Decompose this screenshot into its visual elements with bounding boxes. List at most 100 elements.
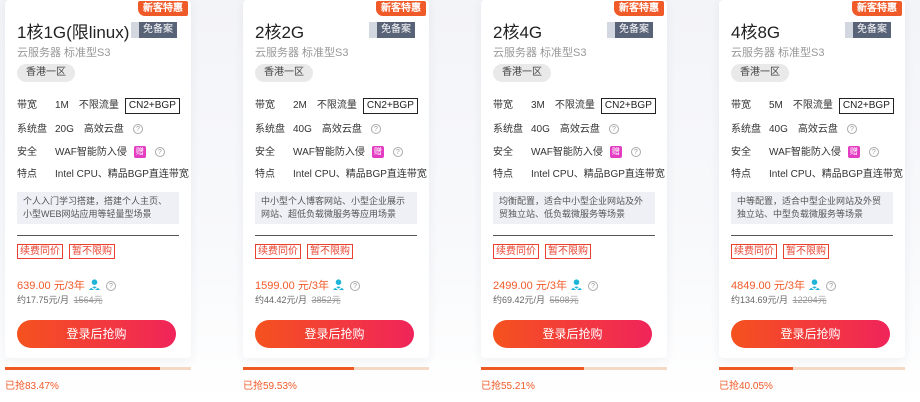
security-row: 安全 WAF智能防入侵赠? <box>493 145 641 161</box>
sold-progress-bar <box>481 367 667 370</box>
price-period: /3年 <box>546 280 568 292</box>
disk-label: 系统盘 <box>17 124 47 135</box>
sold-progress-bar <box>243 367 429 370</box>
help-icon[interactable]: ? <box>350 281 361 292</box>
sold-progress-fill <box>481 367 584 370</box>
security-label: 安全 <box>17 147 37 158</box>
sold-percentage: 已抢40.05% <box>719 381 773 392</box>
feature-row: 特点 Intel CPU、精品BGP直连带宽 <box>493 167 665 183</box>
renew-same-price-tag: 续费同价 <box>493 244 539 259</box>
region-pill[interactable]: 香港一区 <box>255 64 313 82</box>
disk-value: 40G <box>293 124 312 135</box>
line-tag: CN2+BGP <box>600 98 656 114</box>
plan-card: 新客特惠 2核2G 免备案 云服务器 标准型S3 香港一区 带宽 2M 不限流量 CN… <box>243 0 429 358</box>
help-icon[interactable]: ? <box>105 281 116 292</box>
price-period: /3年 <box>64 280 85 292</box>
feature-label: 特点 <box>17 169 37 180</box>
buy-button[interactable]: 登录后抢购 <box>255 320 414 348</box>
new-user-icon <box>570 278 583 294</box>
monthly-suffix: /月 <box>57 295 70 305</box>
renew-same-price-tag: 续费同价 <box>731 244 777 259</box>
line-tag: CN2+BGP <box>838 98 894 114</box>
bandwidth-value: 1M <box>55 100 69 111</box>
price-period: /3年 <box>308 280 330 292</box>
region-pill[interactable]: 香港一区 <box>493 64 551 82</box>
plan-subtitle: 云服务器 标准型S3 <box>493 47 587 59</box>
price-value: 639.00 元 <box>17 280 65 292</box>
price-row: 2499.00 元/3年? <box>493 277 599 294</box>
disk-label: 系统盘 <box>731 124 761 135</box>
plan-description: 中等配置，适合中型企业网站及外贸独立站、中型负载微服务等场景 <box>731 192 893 224</box>
help-icon[interactable]: ? <box>868 147 879 158</box>
plan-title: 2核4G <box>493 23 543 42</box>
feature-label: 特点 <box>731 169 751 180</box>
free-filing-tag: 免备案 <box>845 22 891 38</box>
help-icon[interactable]: ? <box>132 124 143 135</box>
plan-title: 4核8G <box>731 23 781 42</box>
bandwidth-row: 带宽 3M 不限流量 CN2+BGP <box>493 98 656 114</box>
help-icon[interactable]: ? <box>846 124 857 135</box>
original-price: 3852元 <box>311 295 341 305</box>
buy-button[interactable]: 登录后抢购 <box>493 320 652 348</box>
price-value: 2499.00 元 <box>493 280 547 292</box>
monthly-prefix: 约 <box>731 295 741 305</box>
security-value: WAF智能防入侵 <box>769 147 841 158</box>
divider <box>17 235 179 236</box>
disk-row: 系统盘 40G 高效云盘? <box>731 122 857 138</box>
bandwidth-value: 3M <box>531 100 545 111</box>
traffic-value: 不限流量 <box>78 100 119 111</box>
security-label: 安全 <box>255 147 275 158</box>
sold-percentage: 已抢59.53% <box>243 381 297 392</box>
no-purchase-limit-tag: 暂不限购 <box>783 244 829 259</box>
promo-badge: 新客特惠 <box>851 0 903 17</box>
disk-type: 高效云盘 <box>83 124 124 135</box>
security-value: WAF智能防入侵 <box>55 147 127 158</box>
help-icon[interactable]: ? <box>588 281 599 292</box>
promo-badge: 新客特惠 <box>375 0 427 17</box>
no-purchase-limit-tag: 暂不限购 <box>545 244 591 259</box>
new-user-icon <box>88 278 101 294</box>
help-icon[interactable]: ? <box>608 124 619 135</box>
renew-same-price-tag: 续费同价 <box>255 244 301 259</box>
plan-description: 均衡配置，适合中小型企业网站及外贸独立站、低负载微服务等场景 <box>493 192 655 224</box>
feature-row: 特点 Intel CPU、精品BGP直连带宽 <box>17 167 189 183</box>
promo-badge: 新客特惠 <box>137 0 189 17</box>
buy-button[interactable]: 登录后抢购 <box>17 320 176 348</box>
gift-icon: 赠 <box>609 146 622 159</box>
disk-label: 系统盘 <box>493 124 523 135</box>
original-price: 12204元 <box>792 295 827 305</box>
price-row: 639.00 元/3年? <box>17 277 116 294</box>
feature-label: 特点 <box>493 169 513 180</box>
security-row: 安全 WAF智能防入侵赠? <box>255 145 403 161</box>
divider <box>493 235 655 236</box>
gift-icon: 赠 <box>371 146 384 159</box>
line-tag: CN2+BGP <box>124 98 180 114</box>
security-label: 安全 <box>731 147 751 158</box>
region-pill[interactable]: 香港一区 <box>731 64 789 82</box>
monthly-price-row: 约134.69元/月 12204元 <box>731 293 827 306</box>
bandwidth-value: 2M <box>293 100 307 111</box>
no-purchase-limit-tag: 暂不限购 <box>69 244 115 259</box>
disk-row: 系统盘 40G 高效云盘? <box>493 122 619 138</box>
buy-button[interactable]: 登录后抢购 <box>731 320 890 348</box>
help-icon[interactable]: ? <box>392 147 403 158</box>
feature-row: 特点 Intel CPU、精品BGP直连带宽 <box>731 167 903 183</box>
price-row: 1599.00 元/3年? <box>255 277 361 294</box>
bandwidth-value: 5M <box>769 100 783 111</box>
bandwidth-label: 带宽 <box>255 100 275 111</box>
monthly-value: 17.75元 <box>26 295 58 305</box>
bandwidth-row: 带宽 5M 不限流量 CN2+BGP <box>731 98 894 114</box>
region-pill[interactable]: 香港一区 <box>17 64 75 82</box>
monthly-value: 44.42元 <box>264 295 296 305</box>
price-value: 4849.00 元 <box>731 280 785 292</box>
help-icon[interactable]: ? <box>826 281 837 292</box>
monthly-price-row: 约69.42元/月 5508元 <box>493 293 579 306</box>
help-icon[interactable]: ? <box>630 147 641 158</box>
no-purchase-limit-tag: 暂不限购 <box>307 244 353 259</box>
free-filing-tag: 免备案 <box>131 22 177 38</box>
security-value: WAF智能防入侵 <box>293 147 365 158</box>
help-icon[interactable]: ? <box>370 124 381 135</box>
help-icon[interactable]: ? <box>154 147 165 158</box>
disk-type: 高效云盘 <box>797 124 838 135</box>
disk-label: 系统盘 <box>255 124 285 135</box>
